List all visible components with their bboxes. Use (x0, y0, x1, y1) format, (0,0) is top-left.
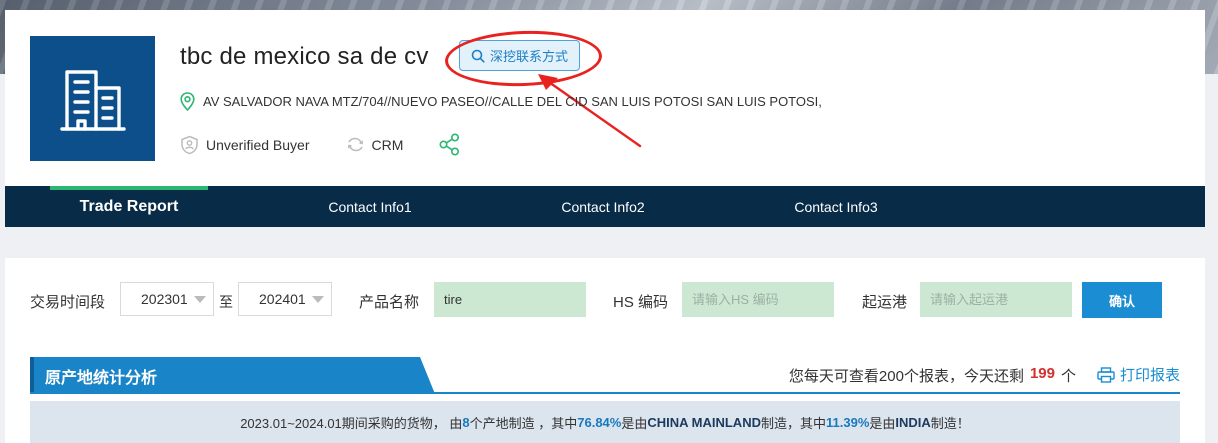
origin-analysis-header: 原产地统计分析 您每天可查看200个报表，今天还剩 199 个 打印报表 (30, 357, 1180, 394)
hs-code-input[interactable] (682, 282, 834, 317)
summary-text: 2023.01~2024.01期间采购的货物， 由 (240, 415, 463, 431)
confirm-button[interactable]: 确认 (1082, 282, 1162, 318)
quota-suffix: 个 (1060, 368, 1076, 385)
tab-contact-info2[interactable]: Contact Info2 (518, 186, 688, 227)
crm-sync-icon (347, 137, 363, 152)
product-name-label: 产品名称 (359, 294, 420, 311)
product-name-input[interactable] (434, 282, 586, 317)
section-title: 原产地统计分析 (30, 357, 435, 394)
share-icon (439, 133, 460, 156)
top-origin-country: CHINA MAINLAND (647, 414, 761, 430)
section-divider (30, 392, 1180, 394)
second-origin-percent: 11.39% (826, 414, 870, 430)
building-icon (59, 69, 126, 131)
quota-prefix: 您每天可查看200个报表，今天还剩 (788, 368, 1024, 385)
verification-label: Unverified Buyer (206, 136, 310, 153)
quota-remaining: 199 (1029, 365, 1055, 382)
company-name: tbc de mexico sa de cv (180, 43, 429, 70)
date-to-select[interactable]: 202401 (238, 282, 332, 316)
origin-summary: 2023.01~2024.01期间采购的货物， 由 8 个产地制造 ，其中 76… (30, 401, 1180, 443)
location-pin-icon (180, 92, 195, 111)
date-range-label: 交易时间段 (30, 294, 106, 311)
hs-code-label: HS 编码 (613, 294, 669, 311)
summary-text: 是由 (869, 415, 896, 431)
summary-text: 制造！ (930, 415, 970, 431)
summary-text: 是由 (621, 415, 648, 431)
summary-text: 个产地制造 ，其中 (469, 415, 578, 431)
date-from-select[interactable]: 202301 (120, 282, 214, 316)
verification-status: Unverified Buyer (180, 135, 310, 155)
top-origin-percent: 76.84% (577, 414, 622, 430)
crm-action[interactable]: CRM (346, 136, 404, 153)
tab-bar: Trade Report Contact Info1 Contact Info2… (5, 186, 1205, 227)
crm-label: CRM (371, 136, 404, 153)
report-quota: 您每天可查看200个报表，今天还剩 199 个 (789, 365, 1076, 386)
date-separator: 至 (219, 294, 233, 310)
printer-icon (1097, 366, 1115, 383)
chevron-down-icon (312, 296, 324, 303)
company-meta-row: Unverified Buyer CRM (180, 133, 460, 156)
summary-text: 制造，其中 (760, 415, 826, 431)
print-report-label: 打印报表 (1119, 367, 1180, 384)
trade-report-panel: 交易时间段 202301 至 202401 产品名称 HS 编码 起运港 确认 … (5, 258, 1205, 443)
tab-trade-report[interactable]: Trade Report (50, 186, 208, 227)
tab-contact-info1[interactable]: Contact Info1 (285, 186, 455, 227)
date-to-value: 202401 (259, 291, 306, 307)
origin-count: 8 (462, 414, 470, 430)
tab-contact-info3[interactable]: Contact Info3 (751, 186, 921, 227)
address-row: AV SALVADOR NAVA MTZ/704//NUEVO PASEO//C… (180, 92, 822, 111)
departure-port-input[interactable] (920, 282, 1072, 317)
share-button[interactable] (439, 133, 460, 156)
departure-port-label: 起运港 (862, 294, 908, 311)
print-report-link[interactable]: 打印报表 (1097, 364, 1180, 385)
date-from-value: 202301 (141, 291, 188, 307)
company-address: AV SALVADOR NAVA MTZ/704//NUEVO PASEO//C… (203, 94, 822, 109)
unverified-shield-icon (181, 135, 198, 154)
chevron-down-icon (194, 296, 206, 303)
second-origin-country: INDIA (895, 414, 931, 430)
company-logo (30, 36, 155, 161)
